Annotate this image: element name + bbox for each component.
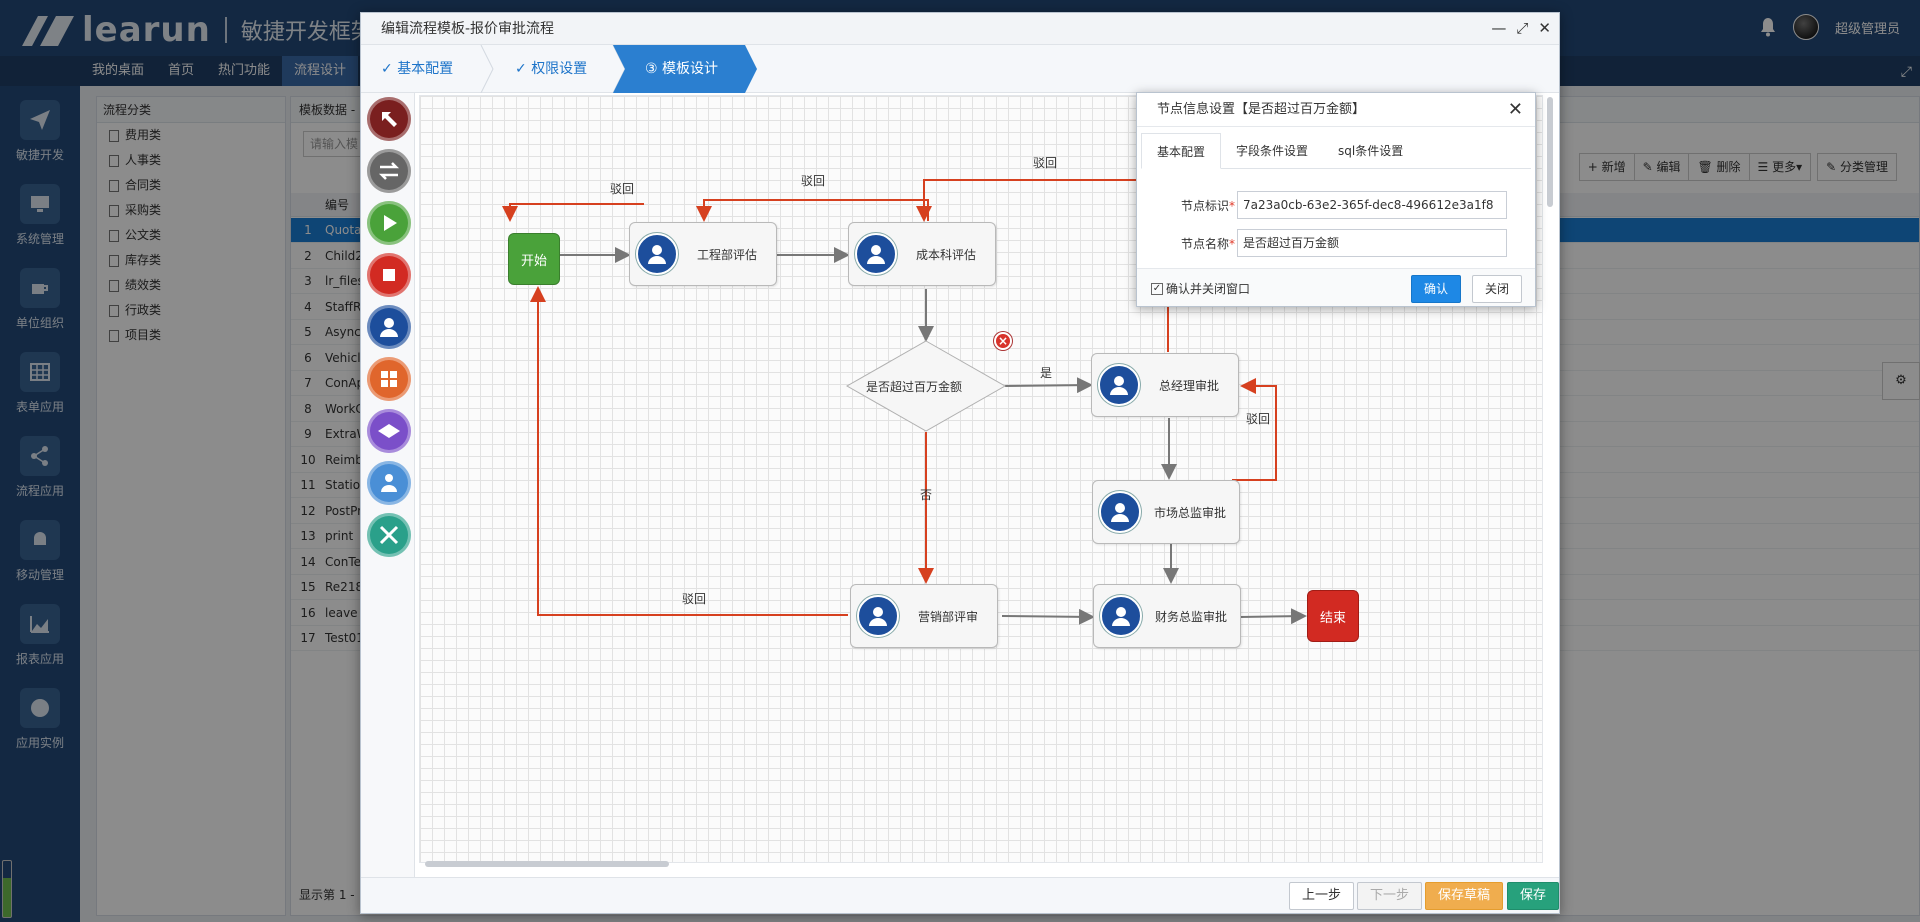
end-node-tool-icon[interactable] [367,253,411,297]
edge-label-no: 否 [920,488,933,502]
user-icon [855,233,897,275]
delete-node-icon[interactable]: × [994,332,1012,350]
edge-label-reject: 驳回 [682,592,707,606]
node-name-field[interactable]: 是否超过百万金额 [1237,229,1507,257]
user-icon [857,595,899,637]
edge-sales-finance [1001,608,1095,625]
close-icon[interactable]: ✕ [1538,19,1551,37]
script-tool-icon[interactable] [367,513,411,557]
pointer-tool-icon[interactable] [367,97,411,141]
node-label: 工程部评估 [696,247,757,262]
node-label: 市场总监审批 [1153,505,1226,520]
save-button[interactable]: 保存 [1507,882,1559,910]
prev-step-button[interactable]: 上一步 [1289,882,1355,910]
dialog-title: 节点信息设置【是否超过百万金额】 [1137,93,1535,127]
edge-sales-start [530,286,848,616]
user-task-tool-icon[interactable] [367,305,411,349]
modal-footer: 上一步 下一步 保存草稿 保存 [361,877,1559,913]
user-icon [1098,364,1140,406]
flow-node-finance-approve[interactable]: 财务总监审批 [1093,584,1241,648]
tool-palette [361,93,415,883]
tab-field-conditions[interactable]: 字段条件设置 [1221,133,1323,169]
flow-node-cost-eval[interactable]: 成本科评估 [848,222,996,286]
edge-label-reject: 驳回 [1033,156,1058,170]
close-icon[interactable]: ✕ [1508,99,1523,120]
flow-node-eng-eval[interactable]: 工程部评估 [629,222,777,286]
node-settings-dialog: 节点信息设置【是否超过百万金额】 ✕ 基本配置 字段条件设置 sql条件设置 节… [1136,92,1536,307]
flow-node-gm-approve[interactable]: 总经理审批 [1091,353,1239,417]
start-node-tool-icon[interactable] [367,201,411,245]
subprocess-tool-icon[interactable] [367,357,411,401]
step-template-design[interactable]: ③ 模板设计 [625,45,718,93]
edge-label-yes: 是 [1040,366,1053,380]
check-circle-icon: ✓ [515,61,527,77]
edge-cost-eng [696,199,929,222]
next-step-button[interactable]: 下一步 [1357,882,1423,910]
modal-window-controls: — ⤢ ✕ [1491,19,1551,37]
check-circle-icon: ✓ [381,61,393,77]
connector-tool-icon[interactable] [367,149,411,193]
node-name-row: 节点名称* 是否超过百万金额 [1137,229,1537,257]
node-id-row: 节点标识* 7a23a0cb-63e2-365f-dec8-496612e3a1… [1137,191,1537,219]
confirm-close-checkbox[interactable]: ✓ 确认并关闭窗口 [1151,280,1250,297]
flow-node-market-approve[interactable]: 市场总监审批 [1092,480,1240,544]
node-label: 营销部评审 [917,609,978,624]
flow-node-end[interactable]: 结束 [1307,590,1359,642]
tab-sql-conditions[interactable]: sql条件设置 [1323,133,1418,169]
maximize-icon[interactable]: ⤢ [1516,19,1528,37]
node-label: 成本科评估 [915,247,976,262]
edge-finance-end [1239,608,1307,625]
node-id-field[interactable]: 7a23a0cb-63e2-365f-dec8-496612e3a1f8 [1237,191,1507,219]
canvas-vertical-scrollbar[interactable] [1547,97,1553,207]
step-number-icon: ③ [645,61,658,77]
user-icon [1100,595,1142,637]
node-name-label: 节点名称* [1180,236,1235,251]
canvas-horizontal-scrollbar[interactable] [425,861,669,867]
user-icon [1099,491,1141,533]
wizard-steps: ✓ 基本配置 ✓ 权限设置 ③ 模板设计 [361,45,1559,93]
flow-node-sales-review[interactable]: 营销部评审 [850,584,998,648]
tab-basic-config[interactable]: 基本配置 [1141,133,1222,169]
step-basic-config[interactable]: ✓ 基本配置 [361,45,453,93]
flow-node-start[interactable]: 开始 [508,233,560,285]
close-button[interactable]: 关闭 [1472,275,1523,303]
node-label: 财务总监审批 [1154,609,1227,624]
dialog-footer: ✓ 确认并关闭窗口 确认 关闭 [1137,268,1535,306]
save-draft-button[interactable]: 保存草稿 [1425,882,1504,910]
dialog-tabs: 基本配置 字段条件设置 sql条件设置 [1141,133,1531,169]
edge-label-reject: 驳回 [1246,412,1271,426]
node-label: 总经理审批 [1158,378,1219,393]
edge-eng-start [502,203,644,222]
confirm-button[interactable]: 确认 [1411,275,1462,303]
checkbox-checked-icon[interactable]: ✓ [1151,282,1163,295]
modal-title: 编辑流程模板-报价审批流程 [361,13,1559,45]
checkbox-label: 确认并关闭窗口 [1166,282,1251,296]
decision-node-label[interactable]: 是否超过百万金额 [866,378,962,395]
edge-label-reject: 驳回 [610,182,635,196]
edge-decision-gm [1004,377,1093,394]
edge-label-reject: 驳回 [801,174,826,188]
countersign-tool-icon[interactable] [367,461,411,505]
user-icon [636,233,678,275]
condition-tool-icon[interactable] [367,409,411,453]
node-id-label: 节点标识* [1180,198,1235,213]
step-permission[interactable]: ✓ 权限设置 [495,45,587,93]
minimize-icon[interactable]: — [1491,19,1506,37]
